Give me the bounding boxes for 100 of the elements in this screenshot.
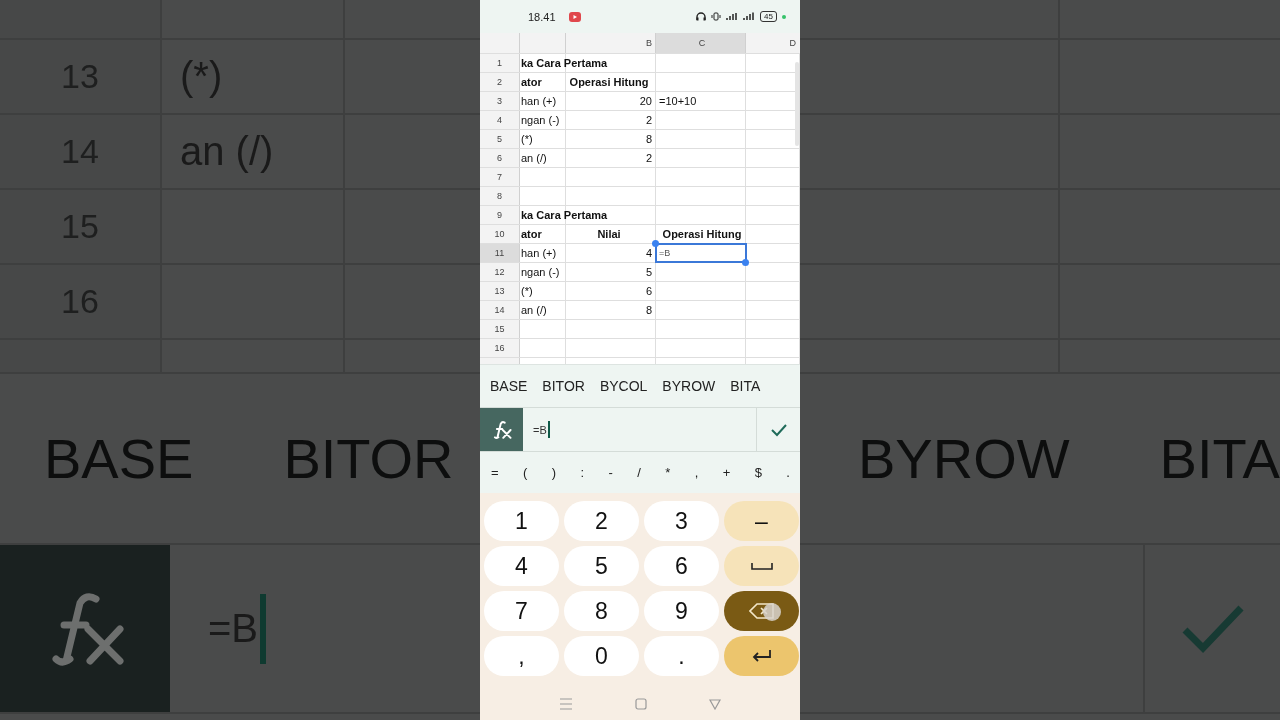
function-suggestion: BASE <box>44 426 194 491</box>
back-icon[interactable] <box>709 698 721 710</box>
keyboard-key[interactable]: 6 <box>644 546 719 586</box>
cell-text: (*) <box>180 54 223 99</box>
function-suggestion[interactable]: BYROW <box>662 378 716 394</box>
cell-text: ngan (-) <box>521 114 560 126</box>
row-header[interactable]: 8 <box>480 187 520 205</box>
keyboard-key[interactable]: 5 <box>564 546 639 586</box>
row-header[interactable]: 1 <box>480 54 520 72</box>
symbol-key[interactable]: / <box>635 465 643 480</box>
row-header[interactable]: 10 <box>480 225 520 243</box>
row-header[interactable]: 12 <box>480 263 520 281</box>
cell-text: ator <box>521 76 542 88</box>
symbol-key[interactable]: * <box>663 465 673 480</box>
check-icon <box>1180 603 1245 654</box>
cell-text: an (/) <box>521 152 547 164</box>
row-header[interactable]: 13 <box>480 282 520 300</box>
symbol-key[interactable]: - <box>606 465 615 480</box>
row-header[interactable]: 5 <box>480 130 520 148</box>
row-header[interactable]: 16 <box>480 339 520 357</box>
cell-text: 8 <box>645 304 652 316</box>
row-header[interactable]: 7 <box>480 168 520 186</box>
row-header[interactable]: 14 <box>480 301 520 319</box>
cell-text: 4 <box>645 247 652 259</box>
battery-indicator: 45 <box>760 11 777 22</box>
keyboard-key[interactable]: – <box>724 501 799 541</box>
row-header[interactable]: 11 <box>480 244 520 262</box>
cell-text: 6 <box>645 285 652 297</box>
column-header[interactable]: D <box>746 33 800 53</box>
symbol-key[interactable]: $ <box>752 465 764 480</box>
fx-icon[interactable] <box>480 408 523 451</box>
keyboard-key[interactable]: 1 <box>484 501 559 541</box>
home-icon[interactable] <box>635 698 647 710</box>
function-suggestion: BYROW <box>858 426 1070 491</box>
cell-text: (*) <box>521 133 533 145</box>
cell-text: 2 <box>645 114 652 126</box>
selection-handle[interactable] <box>742 259 749 266</box>
function-suggestion[interactable]: BITOR <box>542 378 585 394</box>
cell-text: 8 <box>645 133 652 145</box>
keyboard-key[interactable]: 7 <box>484 591 559 631</box>
symbol-key[interactable]: = <box>489 465 501 480</box>
keyboard-key[interactable]: 9 <box>644 591 719 631</box>
cell-text: ator <box>521 228 542 240</box>
symbol-key[interactable]: ) <box>549 465 559 480</box>
enter-key[interactable] <box>724 636 799 676</box>
symbol-key[interactable]: ( <box>521 465 530 480</box>
headphones-icon <box>696 12 707 21</box>
check-icon <box>769 422 788 437</box>
row-header[interactable]: 6 <box>480 149 520 167</box>
cell-text: 20 <box>639 95 652 107</box>
keyboard-key[interactable]: 0 <box>564 636 639 676</box>
row-header[interactable]: 9 <box>480 206 520 224</box>
cell-text: Operasi Hitung <box>569 76 649 88</box>
cell-text: 2 <box>645 152 652 164</box>
function-suggestion[interactable]: BYCOL <box>599 378 648 394</box>
keyboard-key[interactable]: . <box>644 636 719 676</box>
row-header[interactable]: 2 <box>480 73 520 91</box>
column-header[interactable]: C <box>656 33 746 53</box>
signal-icon <box>726 12 738 21</box>
scrollbar[interactable] <box>795 62 799 146</box>
cell-text: an (/) <box>521 304 547 316</box>
keyboard-key[interactable]: 3 <box>644 501 719 541</box>
row-header[interactable]: 3 <box>480 92 520 110</box>
function-suggestion: BITA <box>1159 426 1280 491</box>
row-header[interactable]: 15 <box>480 320 520 338</box>
cell-text: ka Cara Pertama <box>521 57 608 69</box>
touch-indicator <box>763 603 781 621</box>
row-header[interactable]: 4 <box>480 111 520 129</box>
space-icon <box>750 561 773 571</box>
cell-text: ngan (-) <box>521 266 560 278</box>
keyboard-key[interactable]: 2 <box>564 501 639 541</box>
fx-icon <box>0 545 170 712</box>
cell-text: =10+10 <box>659 95 697 107</box>
vibrate-icon <box>711 12 722 21</box>
keyboard-key[interactable]: 4 <box>484 546 559 586</box>
clock: 18.41 <box>528 10 556 23</box>
selection-handle[interactable] <box>652 240 659 247</box>
cell-text: Nilai <box>597 228 621 240</box>
cell-text: han (+) <box>521 247 557 259</box>
video-app-icon <box>568 11 581 22</box>
cell-text: (*) <box>521 285 533 297</box>
space-key[interactable] <box>724 546 799 586</box>
backspace-key[interactable] <box>724 591 799 631</box>
cell-text: 5 <box>645 266 652 278</box>
keyboard-key[interactable]: , <box>484 636 559 676</box>
symbol-key[interactable]: . <box>784 465 792 480</box>
cell-text: han (+) <box>521 95 557 107</box>
function-suggestion[interactable]: BASE <box>490 378 528 394</box>
status-dot <box>782 14 786 19</box>
cell-text: ka Cara Pertama <box>521 209 608 221</box>
cell-text: Operasi Hitung <box>662 228 742 240</box>
symbol-key[interactable]: : <box>578 465 587 480</box>
function-suggestion[interactable]: BITA <box>730 378 761 394</box>
function-suggestion: BITOR <box>283 426 454 491</box>
enter-icon <box>751 649 772 663</box>
symbol-key[interactable]: + <box>720 465 733 480</box>
symbol-key[interactable]: , <box>692 465 701 480</box>
keyboard-key[interactable]: 8 <box>564 591 639 631</box>
cell-text: =B <box>659 248 671 258</box>
signal-icon <box>742 12 756 21</box>
